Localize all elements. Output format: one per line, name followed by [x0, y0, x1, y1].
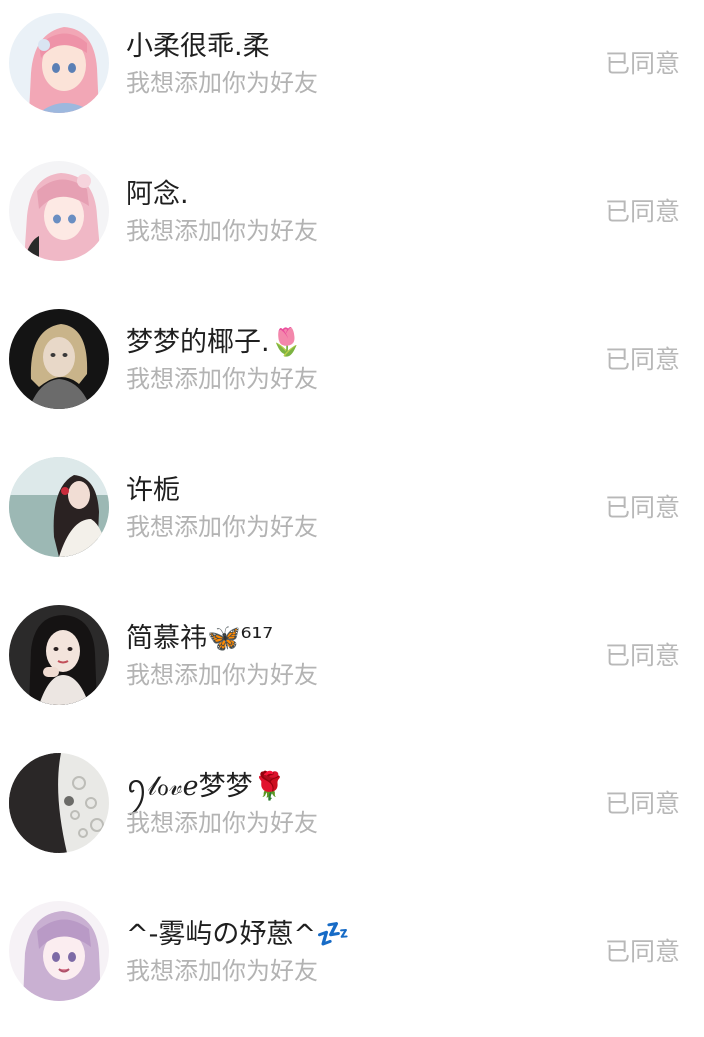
avatar[interactable] — [9, 457, 109, 557]
request-sender-name: ꪆ𝓁ℴ𝓋ℯ梦梦🌹 — [126, 771, 287, 802]
request-status-label: 已同意 — [604, 345, 680, 374]
request-status-label: 已同意 — [604, 937, 680, 966]
avatar[interactable] — [9, 13, 109, 113]
avatar[interactable] — [9, 605, 109, 705]
friend-request-item[interactable]: 许栀 我想添加你为好友 已同意 — [0, 444, 704, 592]
request-sender-name: 阿念. — [126, 179, 189, 210]
friend-request-item[interactable]: 简慕祎🦋⁶¹⁷ 我想添加你为好友 已同意 — [0, 592, 704, 740]
request-status-label: 已同意 — [604, 641, 680, 670]
request-status-label: 已同意 — [604, 197, 680, 226]
avatar[interactable] — [9, 901, 109, 1001]
friend-request-item[interactable]: 小柔很乖.柔 我想添加你为好友 已同意 — [0, 0, 704, 148]
request-status-label: 已同意 — [604, 789, 680, 818]
request-message: 我想添加你为好友 — [126, 957, 318, 985]
request-sender-name: 许栀 — [126, 475, 180, 506]
request-message: 我想添加你为好友 — [126, 365, 318, 393]
request-message: 我想添加你为好友 — [126, 513, 318, 541]
friend-request-item[interactable]: ^-雾屿の妤蒽^💤 我想添加你为好友 已同意 — [0, 888, 704, 1036]
request-status-label: 已同意 — [604, 493, 680, 522]
friend-request-item[interactable]: ꪆ𝓁ℴ𝓋ℯ梦梦🌹 我想添加你为好友 已同意 — [0, 740, 704, 888]
request-message: 我想添加你为好友 — [126, 217, 318, 245]
avatar[interactable] — [9, 753, 109, 853]
request-sender-name: 梦梦的椰子.🌷 — [126, 327, 304, 358]
avatar[interactable] — [9, 309, 109, 409]
friend-request-item[interactable]: 阿念. 我想添加你为好友 已同意 — [0, 148, 704, 296]
request-message: 我想添加你为好友 — [126, 661, 318, 689]
request-sender-name: 简慕祎🦋⁶¹⁷ — [126, 623, 274, 654]
request-message: 我想添加你为好友 — [126, 809, 318, 837]
request-message: 我想添加你为好友 — [126, 69, 318, 97]
friend-request-list: 小柔很乖.柔 我想添加你为好友 已同意 阿念. 我想添加你为好友 已同意 梦梦的… — [0, 0, 704, 1037]
avatar[interactable] — [9, 161, 109, 261]
friend-request-item[interactable]: 梦梦的椰子.🌷 我想添加你为好友 已同意 — [0, 296, 704, 444]
request-status-label: 已同意 — [604, 49, 680, 78]
request-sender-name: 小柔很乖.柔 — [126, 31, 270, 62]
request-sender-name: ^-雾屿の妤蒽^💤 — [126, 919, 350, 950]
